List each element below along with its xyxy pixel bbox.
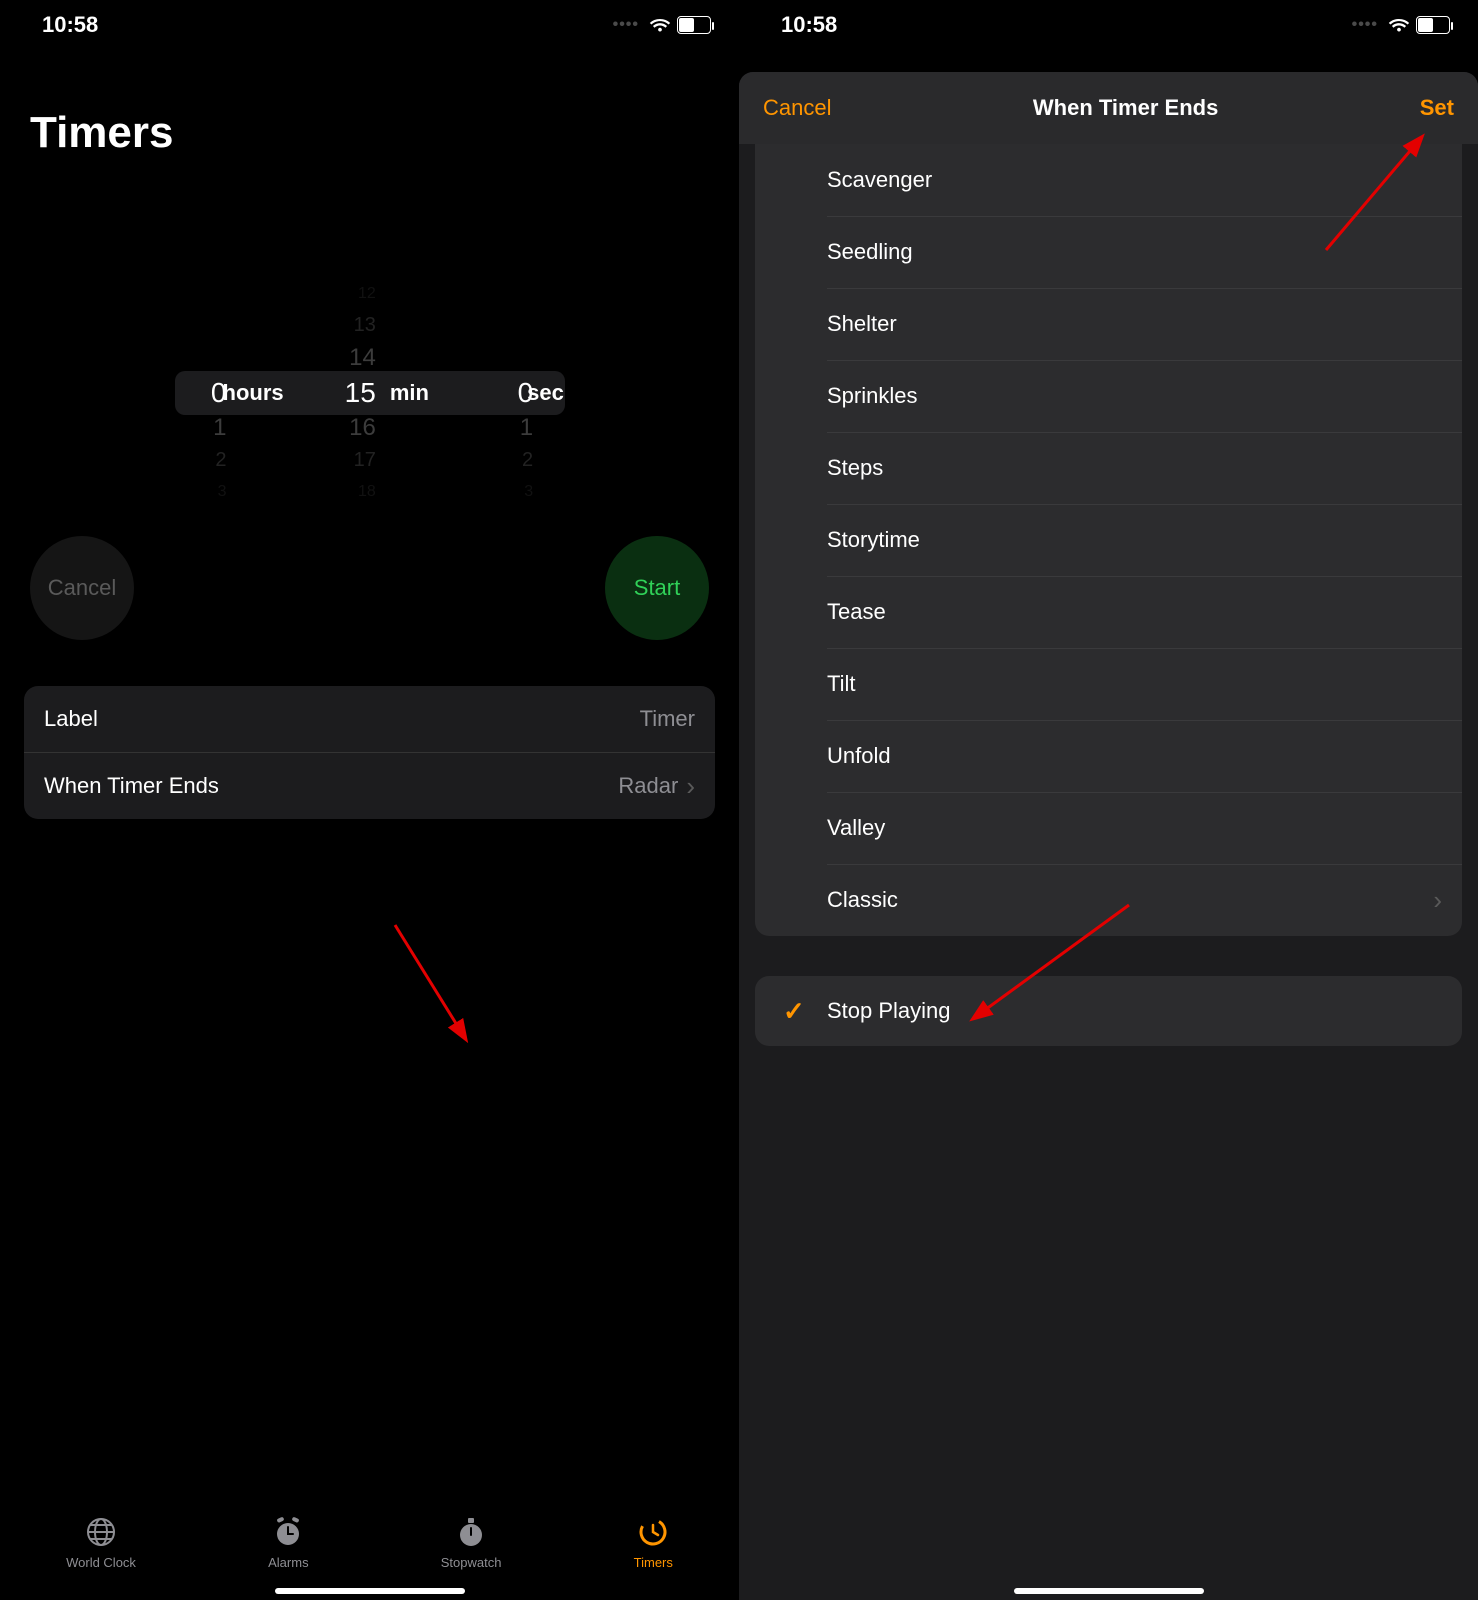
page-title: Timers: [0, 50, 739, 158]
sound-row[interactable]: Sprinkles: [755, 360, 1462, 432]
sound-row[interactable]: Steps: [755, 432, 1462, 504]
start-button[interactable]: Start: [605, 536, 709, 640]
picker-hours-unit: hours: [223, 380, 284, 406]
battery-icon: 47: [1416, 16, 1450, 34]
cancel-button[interactable]: Cancel: [30, 536, 134, 640]
check-icon: ✓: [783, 996, 805, 1027]
timer-icon: [637, 1516, 669, 1551]
stopwatch-icon: [455, 1516, 487, 1551]
tab-bar: World Clock Alarms Stopwatch Timers: [0, 1502, 739, 1588]
sound-row[interactable]: Storytime: [755, 504, 1462, 576]
stop-playing-label: Stop Playing: [827, 998, 951, 1024]
tab-timers[interactable]: Timers: [634, 1516, 673, 1570]
home-indicator[interactable]: [1014, 1588, 1204, 1594]
cancel-button[interactable]: Cancel: [763, 95, 831, 121]
picker-hours[interactable]: 0 1 2 3 hours: [145, 278, 288, 508]
sound-list[interactable]: Scavenger Seedling Shelter Sprinkles Ste…: [755, 144, 1462, 936]
annotation-arrow: [390, 920, 480, 1055]
sound-row-classic[interactable]: Classic ›: [755, 864, 1462, 936]
sound-row[interactable]: Valley: [755, 792, 1462, 864]
status-bar: 10:58 •••• 47: [0, 0, 739, 50]
ends-row-title: When Timer Ends: [44, 773, 219, 799]
home-indicator[interactable]: [275, 1588, 465, 1594]
chevron-right-icon: ›: [1433, 885, 1442, 916]
sound-row[interactable]: Seedling: [755, 216, 1462, 288]
picker-sec-unit: sec: [527, 380, 564, 406]
timer-settings-card: Label Timer When Timer Ends Radar ›: [24, 686, 715, 819]
sound-row[interactable]: Scavenger: [755, 144, 1462, 216]
sheet-title: When Timer Ends: [1033, 95, 1218, 121]
wifi-icon: [1388, 17, 1410, 33]
chevron-right-icon: ›: [686, 773, 695, 799]
sound-row[interactable]: Unfold: [755, 720, 1462, 792]
stop-playing-row[interactable]: ✓ Stop Playing: [755, 976, 1462, 1046]
picker-sec-value: 0: [485, 374, 533, 413]
sheet-header: Cancel When Timer Ends Set: [739, 72, 1478, 144]
time-picker[interactable]: 0 1 2 3 hours 12 13 14 15 16 17 18 min: [145, 278, 595, 508]
sound-picker-sheet: Cancel When Timer Ends Set Scavenger See…: [739, 72, 1478, 1600]
tab-world-clock[interactable]: World Clock: [66, 1516, 136, 1570]
picker-hours-value: 0: [179, 374, 227, 413]
label-row[interactable]: Label Timer: [24, 686, 715, 752]
battery-icon: 47: [677, 16, 711, 34]
status-time: 10:58: [42, 12, 98, 38]
globe-icon: [85, 1516, 117, 1551]
signal-dots-icon: ••••: [1352, 16, 1378, 34]
sound-row[interactable]: Shelter: [755, 288, 1462, 360]
tab-stopwatch[interactable]: Stopwatch: [441, 1516, 502, 1570]
stop-playing-card: ✓ Stop Playing: [755, 976, 1462, 1046]
label-row-title: Label: [44, 706, 98, 732]
signal-dots-icon: ••••: [613, 16, 639, 34]
when-timer-ends-row[interactable]: When Timer Ends Radar ›: [24, 752, 715, 819]
sound-row[interactable]: Tease: [755, 576, 1462, 648]
picker-min-unit: min: [390, 380, 429, 406]
wifi-icon: [649, 17, 671, 33]
screen-when-timer-ends: 10:58 •••• 47 Cancel When Timer Ends Set…: [739, 0, 1478, 1600]
alarm-icon: [272, 1516, 304, 1551]
set-button[interactable]: Set: [1420, 95, 1454, 121]
picker-seconds[interactable]: 0 1 2 3 sec: [437, 278, 594, 508]
label-row-value: Timer: [640, 706, 695, 732]
ends-row-value: Radar: [618, 773, 678, 799]
picker-minutes[interactable]: 12 13 14 15 16 17 18 min: [288, 278, 437, 508]
tab-alarms[interactable]: Alarms: [268, 1516, 308, 1570]
screen-timers: 10:58 •••• 47 Timers: [0, 0, 739, 1600]
picker-min-value: 15: [328, 374, 376, 413]
status-bar: 10:58 •••• 47: [739, 0, 1478, 50]
status-time: 10:58: [781, 12, 837, 38]
sound-row[interactable]: Tilt: [755, 648, 1462, 720]
